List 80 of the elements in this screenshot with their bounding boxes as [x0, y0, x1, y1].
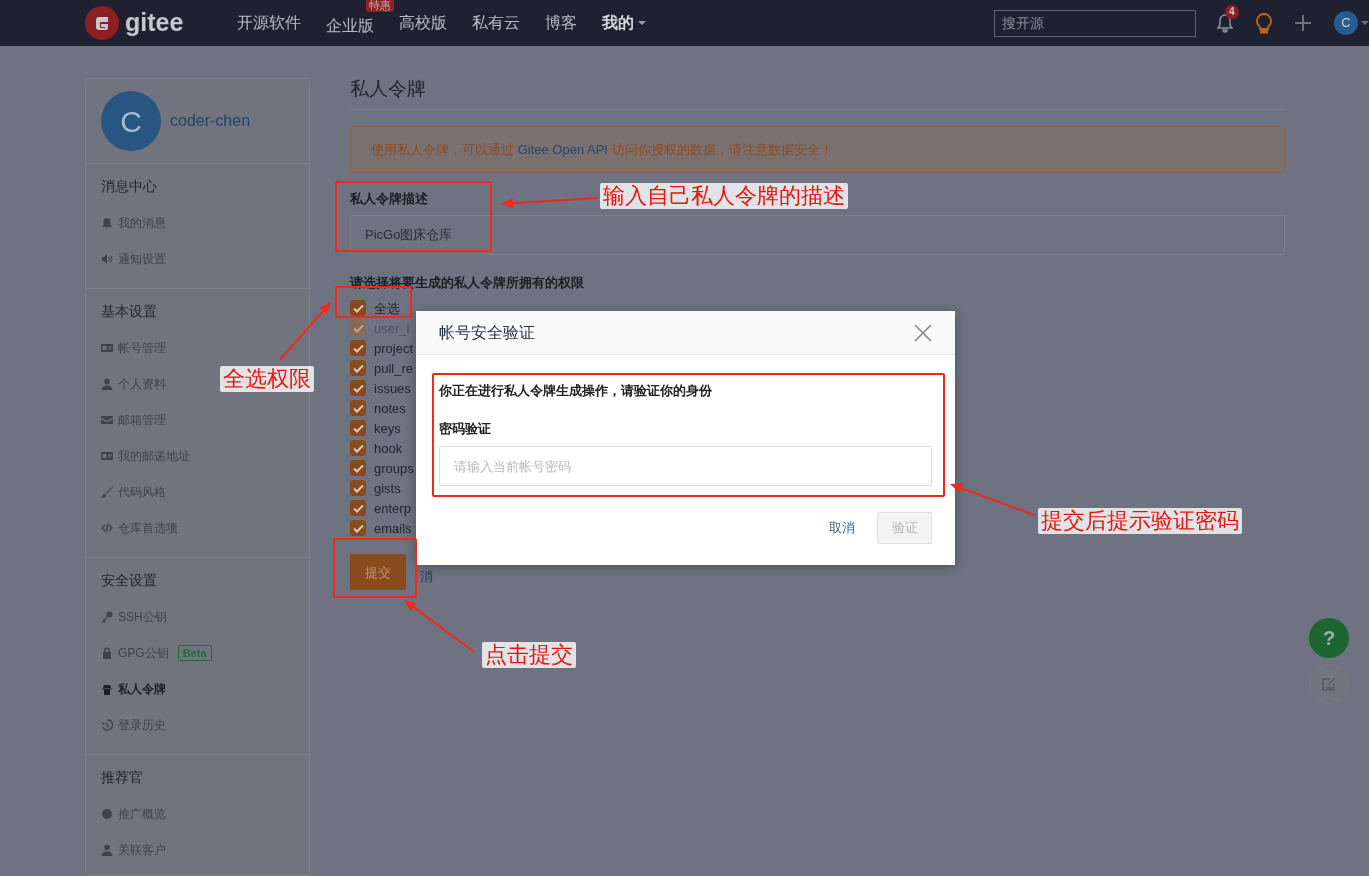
section-heading: 安全设置 [101, 571, 158, 590]
page-title: 私人令牌 [350, 78, 1285, 110]
annotation-text: 全选权限 [220, 366, 314, 393]
nav-link[interactable]: 开源软件 [237, 11, 301, 35]
id-card-icon [101, 342, 113, 354]
promo-badge: 特惠 [366, 0, 394, 12]
permission-checkbox[interactable]: keys [350, 418, 401, 439]
user-avatar[interactable]: C [1334, 11, 1358, 35]
plus-icon[interactable] [1294, 14, 1312, 32]
lock-icon [101, 647, 113, 659]
checkmark-icon [352, 523, 364, 533]
password-field[interactable]: 请输入当前帐号密码 [439, 446, 932, 486]
submit-button[interactable]: 提交 [350, 554, 406, 591]
notification-count: 4 [1225, 5, 1239, 19]
nav-link[interactable]: 博客 [545, 11, 577, 35]
sidebar-item[interactable]: 私人令牌 [101, 671, 166, 707]
envelope-icon [101, 414, 113, 426]
info-alert: 使用私人令牌，可以通过 Gitee Open API 访问你授权的数据，请注意数据安全！ [350, 125, 1285, 174]
person-icon [101, 378, 113, 390]
permission-checkbox[interactable]: project [350, 338, 414, 359]
api-link[interactable]: Gitee Open API [517, 141, 608, 157]
permission-checkbox[interactable]: emails [350, 518, 412, 539]
field-label: 私人令牌描述 [350, 190, 428, 209]
brush-icon [101, 486, 113, 498]
nav-link[interactable]: 私有云 [472, 11, 520, 35]
annotation-arrow [279, 302, 331, 361]
checkmark-icon [352, 423, 364, 433]
permission-checkbox[interactable]: 全选 [350, 298, 400, 319]
dialog-title: 帐号安全验证 [439, 322, 535, 343]
dialog-message: 你正在进行私人令牌生成操作，请验证你的身份 [439, 382, 713, 400]
checkmark-icon [352, 363, 364, 373]
permission-checkbox[interactable]: notes [350, 398, 406, 419]
section-heading: 推荐官 [101, 768, 144, 787]
key-icon [101, 611, 113, 623]
code-icon [101, 522, 113, 534]
logo-mark-icon [85, 6, 119, 40]
nav-link[interactable]: 高校版 [399, 11, 447, 35]
nav-link[interactable]: 我的 [602, 11, 647, 35]
permission-checkbox[interactable]: gists [350, 478, 401, 499]
search-field[interactable]: 搜开源 [994, 9, 1196, 37]
annotation-arrow [404, 600, 475, 653]
edit-icon [1321, 676, 1337, 692]
close-button[interactable] [914, 323, 932, 342]
lightbulb-icon[interactable] [1254, 12, 1274, 34]
notification-bell-icon[interactable] [1216, 13, 1234, 33]
checkmark-icon [352, 403, 364, 413]
gitee-logo[interactable]: gitee [85, 4, 237, 42]
checkmark-icon [352, 463, 364, 473]
annotation-text: 提交后提示验证密码 [1038, 508, 1242, 535]
username[interactable]: coder-chen [170, 109, 251, 133]
checkmark-icon [352, 343, 364, 353]
annotation-text: 点击提交 [482, 642, 576, 669]
help-button[interactable]: ? [1309, 618, 1349, 658]
beta-badge: Beta [177, 645, 212, 661]
bell-icon [101, 217, 113, 229]
profile-avatar: C [101, 91, 161, 151]
permission-checkbox[interactable]: groups [350, 458, 414, 479]
permission-checkbox[interactable]: issues [350, 378, 411, 399]
field-label: 密码验证 [439, 419, 492, 438]
section-heading: 基本设置 [101, 302, 158, 321]
checkmark-icon [352, 443, 364, 453]
speaker-icon [101, 253, 113, 265]
permission-checkbox[interactable]: pull_re [350, 358, 414, 379]
id-card-icon [101, 450, 113, 462]
caret-icon[interactable] [1361, 20, 1369, 26]
checkmark-icon [352, 303, 364, 313]
cancel-link[interactable]: 取消 [829, 518, 855, 538]
checkmark-icon [352, 503, 364, 513]
person-icon [101, 844, 113, 856]
description-field[interactable]: PicGo图床仓库 [350, 214, 1285, 255]
annotation-text: 输入自己私人令牌的描述 [600, 183, 848, 210]
checkmark-icon [352, 323, 364, 333]
permission-checkbox[interactable]: hook [350, 438, 403, 459]
caret-icon [637, 20, 647, 26]
section-heading: 消息中心 [101, 177, 158, 196]
permission-checkbox[interactable]: enterp [350, 498, 411, 519]
checkmark-icon [352, 483, 364, 493]
nav-link[interactable]: 企业版 [326, 14, 374, 38]
history-icon [101, 719, 113, 731]
checkmark-icon [352, 383, 364, 393]
